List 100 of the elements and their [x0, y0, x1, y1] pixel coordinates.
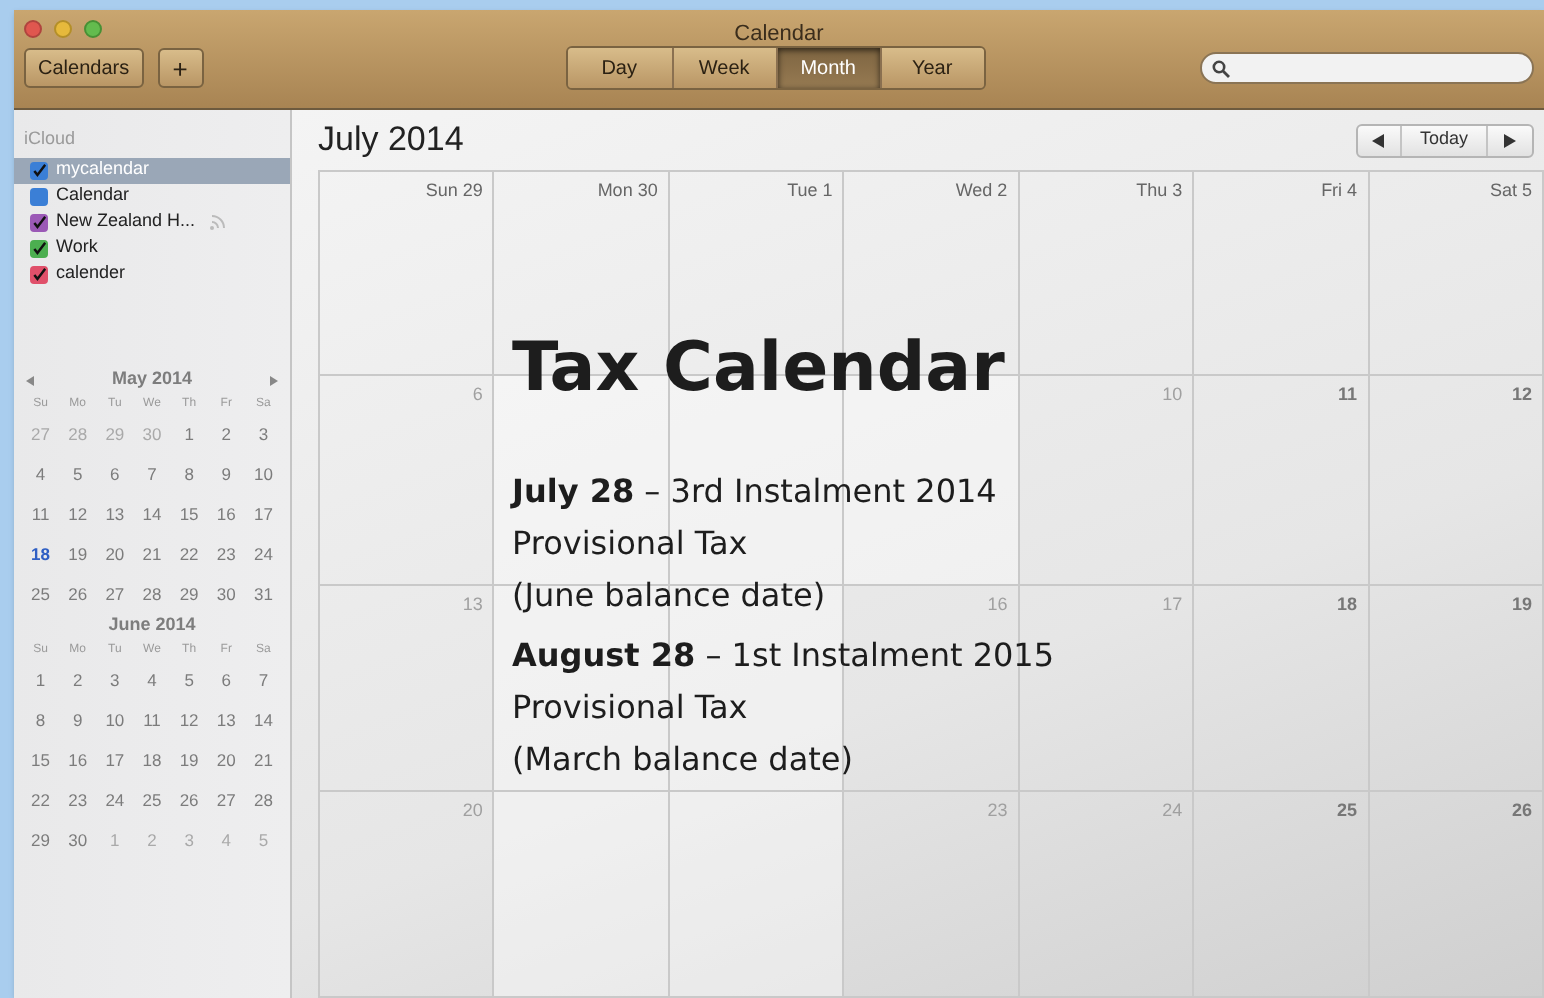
mini-day[interactable]: 6 — [207, 659, 245, 699]
mini-day[interactable]: 24 — [244, 533, 282, 573]
mini-day[interactable]: 27 — [22, 413, 60, 453]
mini-day[interactable]: 21 — [244, 739, 282, 779]
calendar-row[interactable]: Work — [14, 235, 290, 261]
mini-day[interactable]: 9 — [59, 699, 97, 739]
overlay-title: Tax Calendar — [512, 334, 1005, 402]
mini-day[interactable]: 1 — [170, 413, 208, 453]
mini-day[interactable]: 5 — [59, 453, 97, 493]
calendar-checkbox[interactable] — [30, 187, 48, 205]
view-tab[interactable]: Day — [567, 48, 672, 88]
day-cell: 20 — [320, 792, 495, 998]
mini-day[interactable]: 26 — [170, 779, 208, 819]
mini-day[interactable]: 1 — [22, 659, 60, 699]
mini-day[interactable]: 30 — [133, 413, 171, 453]
calendar-name[interactable]: New Zealand H... — [56, 208, 196, 236]
mini-day[interactable]: 2 — [59, 659, 97, 699]
mini-day[interactable]: 21 — [133, 533, 171, 573]
mini-day[interactable]: 24 — [96, 779, 134, 819]
mini-day[interactable]: 1 — [96, 819, 134, 859]
mini-day[interactable]: 11 — [22, 493, 60, 533]
mini-day[interactable]: 15 — [22, 739, 60, 779]
mini-day[interactable]: 25 — [133, 779, 171, 819]
mini-day[interactable]: 8 — [22, 699, 60, 739]
calendar-checkbox[interactable] — [30, 239, 48, 257]
calendar-name[interactable]: Calendar — [56, 182, 130, 210]
mini-day[interactable]: 30 — [207, 573, 245, 613]
left-triangle-icon — [1372, 133, 1385, 147]
mini-day[interactable]: 27 — [207, 779, 245, 819]
mini-day[interactable]: 13 — [207, 699, 245, 739]
calendar-row[interactable]: New Zealand H... — [14, 209, 290, 235]
mini-day[interactable]: 16 — [207, 493, 245, 533]
mini-day[interactable]: 18 — [133, 739, 171, 779]
mini-day[interactable]: 14 — [244, 699, 282, 739]
calendar-name[interactable]: mycalendar — [56, 156, 150, 184]
mini-day[interactable]: 28 — [133, 573, 171, 613]
mini-day[interactable]: 29 — [22, 819, 60, 859]
mini-day[interactable]: 12 — [59, 493, 97, 533]
mini-day[interactable]: 22 — [22, 779, 60, 819]
mini-day[interactable]: 7 — [244, 659, 282, 699]
calendar-name[interactable]: Work — [56, 234, 98, 262]
mini-day[interactable]: 3 — [244, 413, 282, 453]
calendar-row[interactable]: mycalendar — [14, 157, 290, 183]
mini-day[interactable]: 18 — [22, 533, 60, 573]
close-icon[interactable] — [24, 19, 42, 37]
mini-day[interactable]: 9 — [207, 453, 245, 493]
mini-day[interactable]: 4 — [207, 819, 245, 859]
view-tab[interactable]: Week — [671, 48, 776, 88]
mini-day[interactable]: 26 — [59, 573, 97, 613]
view-tab[interactable]: Month — [775, 48, 880, 88]
mini-day[interactable]: 25 — [22, 573, 60, 613]
mini-day[interactable]: 3 — [96, 659, 134, 699]
mini-day[interactable]: 10 — [96, 699, 134, 739]
mini-day[interactable]: 28 — [244, 779, 282, 819]
mini-day[interactable]: 29 — [170, 573, 208, 613]
right-triangle-icon — [1504, 133, 1516, 147]
mini-day[interactable]: 11 — [133, 699, 171, 739]
calendar-row[interactable]: Calendar — [14, 183, 290, 209]
mini-day[interactable]: 3 — [170, 819, 208, 859]
mini-day[interactable]: 5 — [170, 659, 208, 699]
mini-day[interactable]: 14 — [133, 493, 171, 533]
mini-day[interactable]: 4 — [133, 659, 171, 699]
mini-day[interactable]: 23 — [207, 533, 245, 573]
mini-day[interactable]: 6 — [96, 453, 134, 493]
mini-day[interactable]: 23 — [59, 779, 97, 819]
mini-month-title: June 2014 — [108, 612, 196, 639]
mini-day[interactable]: 28 — [59, 413, 97, 453]
mini-day[interactable]: 15 — [170, 493, 208, 533]
calendar-checkbox[interactable] — [30, 161, 48, 179]
mini-day[interactable]: 7 — [133, 453, 171, 493]
calendar-row[interactable]: calender — [14, 261, 290, 287]
mini-day[interactable]: 29 — [96, 413, 134, 453]
mini-day[interactable]: 27 — [96, 573, 134, 613]
add-button[interactable]: + — [157, 48, 204, 88]
calendars-button[interactable]: Calendars — [24, 48, 144, 88]
mini-day[interactable]: 31 — [244, 573, 282, 613]
mini-day[interactable]: 19 — [170, 739, 208, 779]
calendar-checkbox[interactable] — [30, 265, 48, 283]
mini-day[interactable]: 2 — [207, 413, 245, 453]
previous-month-icon[interactable] — [26, 375, 34, 385]
mini-day[interactable]: 20 — [207, 739, 245, 779]
mini-day[interactable]: 22 — [170, 533, 208, 573]
mini-day[interactable]: 5 — [244, 819, 282, 859]
mini-day[interactable]: 30 — [59, 819, 97, 859]
mini-day[interactable]: 16 — [59, 739, 97, 779]
mini-day[interactable]: 20 — [96, 533, 134, 573]
mini-day[interactable]: 17 — [244, 493, 282, 533]
mini-day[interactable]: 19 — [59, 533, 97, 573]
mini-day[interactable]: 13 — [96, 493, 134, 533]
search-field[interactable] — [1199, 52, 1534, 84]
mini-day[interactable]: 17 — [96, 739, 134, 779]
mini-day[interactable]: 10 — [244, 453, 282, 493]
mini-day[interactable]: 8 — [170, 453, 208, 493]
calendar-checkbox[interactable] — [30, 213, 48, 231]
mini-day[interactable]: 12 — [170, 699, 208, 739]
calendar-name[interactable]: calender — [56, 260, 126, 288]
view-tab[interactable]: Year — [879, 48, 984, 88]
mini-day[interactable]: 4 — [22, 453, 60, 493]
mini-day[interactable]: 2 — [133, 819, 171, 859]
next-month-icon[interactable] — [270, 375, 278, 385]
